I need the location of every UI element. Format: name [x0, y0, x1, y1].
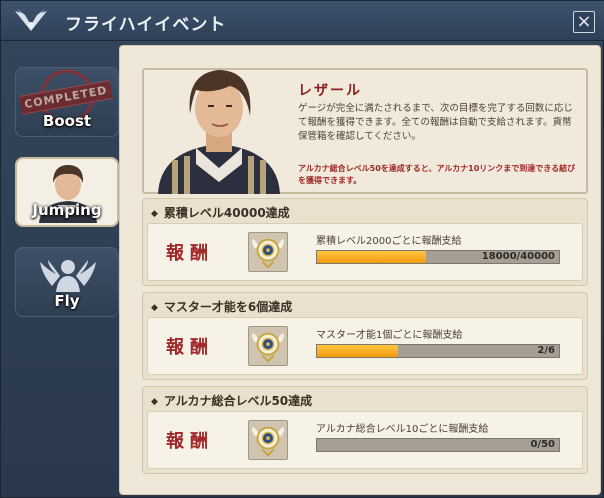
goal-card: ◆ アルカナ総合レベル50達成 報酬 アルカナ総合レベル10ごとに報酬支給 0/5…: [142, 386, 588, 474]
tab-fly[interactable]: Fly: [15, 247, 119, 317]
intro-description: ゲージが完全に満たされるまで、次の目標を完了する回数に応じて報酬を獲得できます。…: [298, 103, 573, 142]
progress-bar: 18000/40000: [316, 250, 560, 264]
event-window: フライハイイベント × COMPLETED Boost Jumping Fly: [0, 0, 604, 498]
close-button[interactable]: ×: [573, 11, 595, 33]
close-icon: ×: [576, 11, 592, 32]
tab-fly-label: Fly: [54, 292, 80, 310]
winged-person-icon: [40, 260, 96, 292]
reward-label: 報酬: [166, 337, 214, 358]
reward-emblem-icon[interactable]: [248, 232, 288, 272]
goal-card: ◆ 累積レベル40000達成 報酬 累積レベル2000ごとに報酬支給 18000/…: [142, 198, 588, 286]
tab-jumping[interactable]: Jumping: [15, 157, 119, 227]
diamond-bullet-icon: ◆: [151, 209, 158, 219]
progress-text: 18000/40000: [481, 251, 555, 262]
npc-name: レザール: [298, 83, 362, 99]
progress-text: 2/6: [537, 345, 555, 356]
tab-boost-label: Boost: [42, 112, 92, 130]
title-bar: フライハイイベント ×: [1, 1, 604, 41]
progress-fill: [317, 345, 398, 357]
wings-logo-icon: [15, 9, 47, 31]
tab-boost[interactable]: COMPLETED Boost: [15, 67, 119, 137]
diamond-bullet-icon: ◆: [151, 303, 158, 313]
progress-label: 累積レベル2000ごとに報酬支給: [316, 236, 462, 247]
progress-label: マスター才能1個ごとに報酬支給: [316, 330, 463, 341]
intro-note: アルカナ総合レベル50を達成すると、アルカナ10リンクまで到達できる結びを獲得で…: [298, 164, 576, 185]
window-title: フライハイイベント: [65, 15, 227, 35]
reward-emblem-icon[interactable]: [248, 326, 288, 366]
goal-title: ◆ マスター才能を6個達成: [151, 300, 293, 314]
tab-jumping-label: Jumping: [32, 201, 102, 219]
diamond-bullet-icon: ◆: [151, 397, 158, 407]
reward-label: 報酬: [166, 243, 214, 264]
npc-portrait: [158, 70, 280, 194]
progress-fill: [317, 251, 426, 263]
reward-label: 報酬: [166, 431, 214, 452]
goal-title: ◆ アルカナ総合レベル50達成: [151, 394, 313, 408]
main-panel: レザール ゲージが完全に満たされるまで、次の目標を完了する回数に応じて報酬を獲得…: [119, 45, 601, 495]
goal-card: ◆ マスター才能を6個達成 報酬 マスター才能1個ごとに報酬支給 2/6: [142, 292, 588, 380]
progress-bar: 2/6: [316, 344, 560, 358]
progress-label: アルカナ総合レベル10ごとに報酬支給: [316, 424, 489, 435]
goal-body: 報酬 アルカナ総合レベル10ごとに報酬支給 0/50: [147, 411, 583, 469]
goal-body: 報酬 累積レベル2000ごとに報酬支給 18000/40000: [147, 223, 583, 281]
goal-body: 報酬 マスター才能1個ごとに報酬支給 2/6: [147, 317, 583, 375]
reward-emblem-icon[interactable]: [248, 420, 288, 460]
goal-title: ◆ 累積レベル40000達成: [151, 206, 290, 220]
progress-bar: 0/50: [316, 438, 560, 452]
progress-text: 0/50: [530, 439, 555, 450]
intro-card: レザール ゲージが完全に満たされるまで、次の目標を完了する回数に応じて報酬を獲得…: [142, 68, 588, 194]
